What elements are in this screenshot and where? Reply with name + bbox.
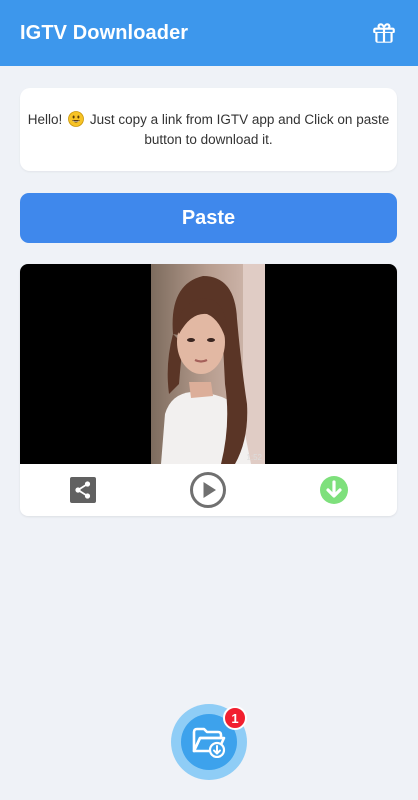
- app-bar: IGTV Downloader: [0, 0, 418, 66]
- notification-badge: 1: [223, 706, 247, 730]
- smiling-face-icon: [68, 111, 84, 131]
- play-icon[interactable]: [188, 470, 228, 510]
- video-card: 1:52: [20, 264, 397, 516]
- video-actions: [20, 464, 397, 516]
- instruction-card: Hello! Just copy a link from IGTV app an…: [20, 88, 397, 171]
- paste-button[interactable]: Paste: [20, 193, 397, 243]
- app-title: IGTV Downloader: [20, 21, 189, 44]
- instruction-text: Hello! Just copy a link from IGTV app an…: [22, 111, 395, 148]
- video-thumbnail: 1:52: [151, 264, 265, 464]
- gift-icon[interactable]: [370, 19, 398, 47]
- video-player[interactable]: 1:52: [20, 264, 397, 464]
- video-duration: 1:52: [246, 453, 262, 462]
- instruction-body: Just copy a link from IGTV app and Click…: [89, 112, 390, 147]
- downloads-fab[interactable]: 1: [171, 704, 247, 780]
- share-icon[interactable]: [63, 470, 103, 510]
- instruction-hello: Hello!: [27, 112, 63, 127]
- download-icon[interactable]: [314, 470, 354, 510]
